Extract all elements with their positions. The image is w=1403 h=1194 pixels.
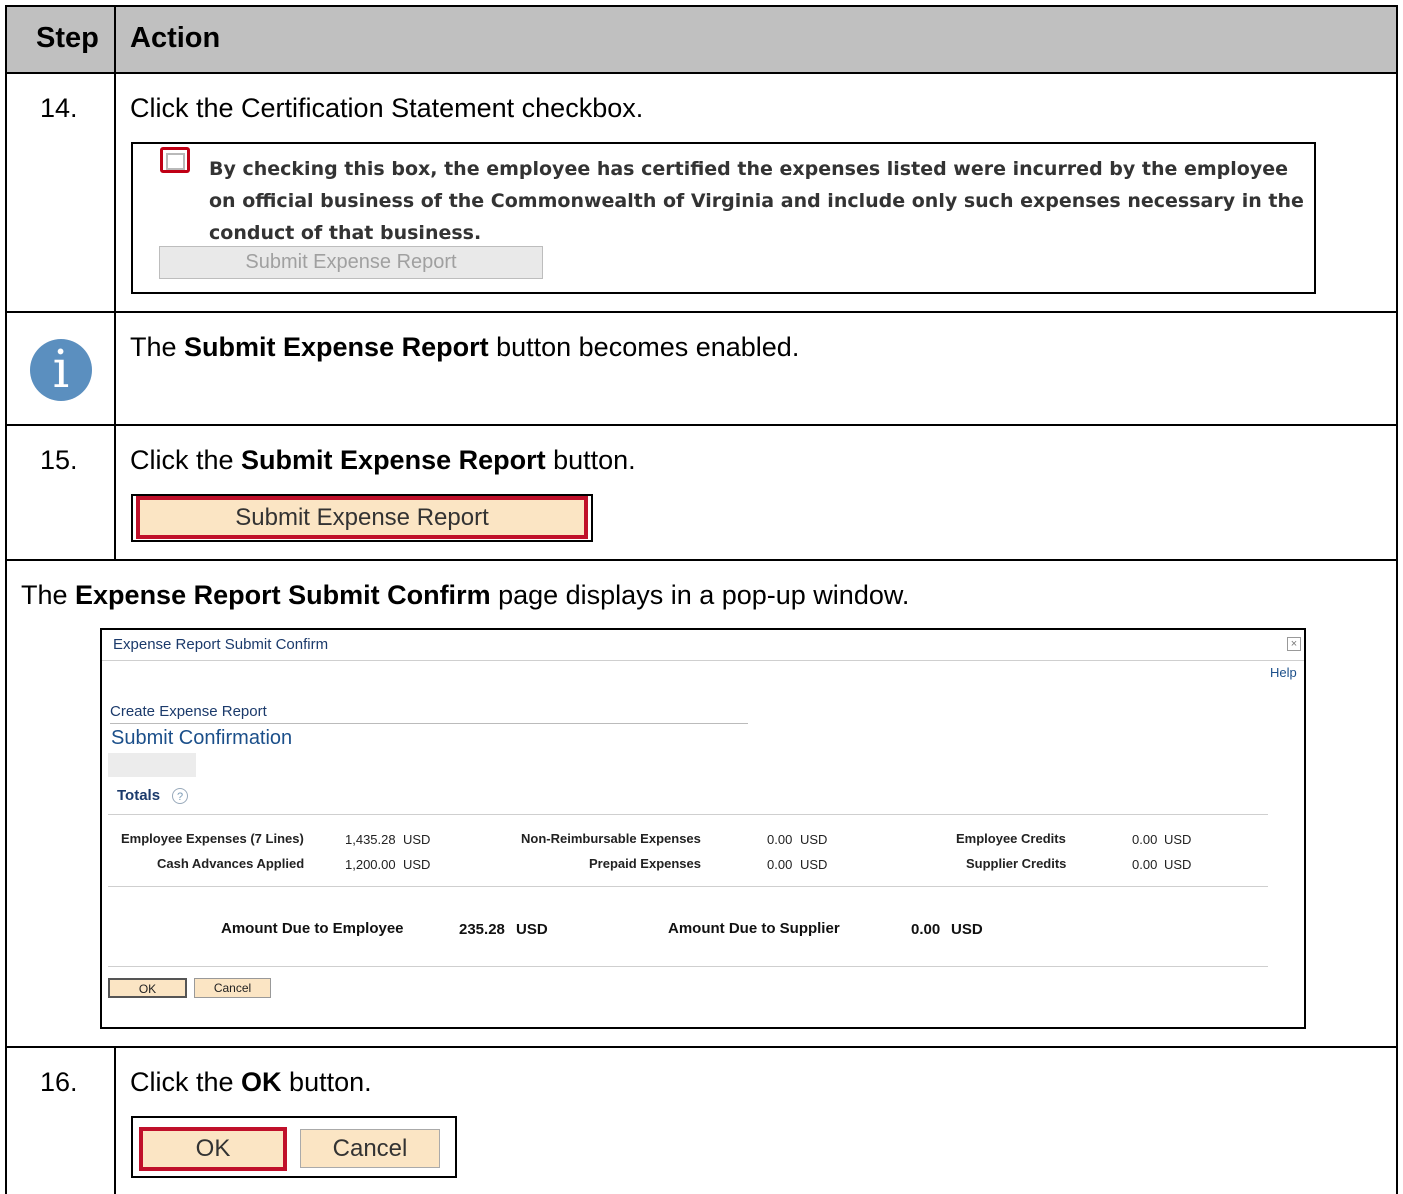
employee-expenses-value: 1,435.28 xyxy=(345,832,396,847)
cancel-button[interactable]: Cancel xyxy=(300,1129,440,1168)
employee-expenses-label: Employee Expenses (7 Lines) xyxy=(121,831,304,846)
currency: USD xyxy=(800,832,828,847)
amount-due-divider xyxy=(108,966,1268,967)
currency: USD xyxy=(1164,832,1192,847)
currency: USD xyxy=(403,857,431,872)
row-divider xyxy=(5,72,1398,74)
row-divider xyxy=(5,311,1398,313)
instruction-bold: Submit Expense Report xyxy=(241,445,546,475)
help-link[interactable]: Help xyxy=(1270,665,1297,680)
page-title: Submit Confirmation xyxy=(111,727,293,749)
popup-description-bold: Expense Report Submit Confirm xyxy=(75,580,491,610)
totals-bottom-divider xyxy=(108,886,1268,887)
submit-expense-report-button[interactable]: Submit Expense Report xyxy=(136,496,588,539)
popup-description-suffix: page displays in a pop-up window. xyxy=(490,580,910,610)
info-text: The Submit Expense Report button becomes… xyxy=(130,332,799,363)
breadcrumb-create-expense-report[interactable]: Create Expense Report xyxy=(110,703,267,720)
supplier-credits-label: Supplier Credits xyxy=(966,856,1067,871)
popup-description: The Expense Report Submit Confirm page d… xyxy=(21,580,909,611)
header-step: Step xyxy=(36,22,99,54)
info-text-bold: Submit Expense Report xyxy=(184,332,489,362)
row-divider xyxy=(5,1046,1398,1048)
table-border-left xyxy=(5,5,7,1194)
submit-expense-report-button-disabled: Submit Expense Report xyxy=(159,246,543,279)
redacted-field xyxy=(108,753,196,777)
table-border-right xyxy=(1396,5,1398,1194)
amount-due-employee-label: Amount Due to Employee xyxy=(221,920,404,937)
close-icon[interactable]: × xyxy=(1287,637,1301,651)
currency: USD xyxy=(516,921,548,938)
ok-button[interactable]: OK xyxy=(139,1127,287,1171)
info-glyph: i xyxy=(52,340,70,400)
step-number: 14. xyxy=(40,93,78,123)
step-number: 16. xyxy=(40,1067,78,1097)
currency: USD xyxy=(1164,857,1192,872)
popup-title: Expense Report Submit Confirm xyxy=(113,636,329,653)
step-number: 15. xyxy=(40,445,78,475)
amount-due-employee-value: 235.28 xyxy=(459,921,505,938)
employee-credits-label: Employee Credits xyxy=(956,831,1066,846)
certification-checkbox[interactable] xyxy=(160,147,190,173)
popup-title-divider xyxy=(102,660,1304,661)
instruction-prefix: Click the xyxy=(130,1067,242,1097)
employee-credits-value: 0.00 xyxy=(1132,832,1158,847)
non-reimbursable-value: 0.00 xyxy=(767,832,793,847)
amount-due-supplier-label: Amount Due to Supplier xyxy=(668,920,840,937)
currency: USD xyxy=(800,857,828,872)
breadcrumb-divider xyxy=(110,723,748,724)
instruction-suffix: button. xyxy=(545,445,636,475)
step-instruction: Click the Certification Statement checkb… xyxy=(130,93,644,123)
help-question-icon[interactable]: ? xyxy=(172,788,188,804)
column-divider xyxy=(114,5,116,560)
table-border-top xyxy=(5,5,1398,7)
currency: USD xyxy=(951,921,983,938)
submit-confirm-popup xyxy=(100,628,1306,1029)
amount-due-supplier-value: 0.00 xyxy=(911,921,941,938)
info-text-prefix: The xyxy=(130,332,185,362)
row-divider xyxy=(5,559,1398,561)
instruction-suffix: button. xyxy=(281,1067,372,1097)
info-text-suffix: button becomes enabled. xyxy=(488,332,800,362)
popup-ok-button[interactable]: OK xyxy=(108,978,187,998)
cash-advances-label: Cash Advances Applied xyxy=(157,856,305,871)
step-instruction: Click the Submit Expense Report button. xyxy=(130,445,636,476)
header-action: Action xyxy=(130,22,221,54)
non-reimbursable-label: Non-Reimbursable Expenses xyxy=(521,831,701,846)
totals-divider xyxy=(108,814,1268,815)
totals-heading: Totals xyxy=(117,787,161,804)
row-divider xyxy=(5,424,1398,426)
step-instruction: Click the OK button. xyxy=(130,1067,372,1098)
certification-statement: By checking this box, the employee has c… xyxy=(209,158,1304,244)
prepaid-value: 0.00 xyxy=(767,857,793,872)
popup-cancel-button[interactable]: Cancel xyxy=(194,978,271,998)
currency: USD xyxy=(403,832,431,847)
supplier-credits-value: 0.00 xyxy=(1132,857,1158,872)
instruction-bold: OK xyxy=(241,1067,282,1097)
column-divider xyxy=(114,1046,116,1194)
prepaid-label: Prepaid Expenses xyxy=(589,856,701,871)
cash-advances-value: 1,200.00 xyxy=(345,857,396,872)
popup-description-prefix: The xyxy=(21,580,76,610)
instruction-prefix: Click the xyxy=(130,445,242,475)
